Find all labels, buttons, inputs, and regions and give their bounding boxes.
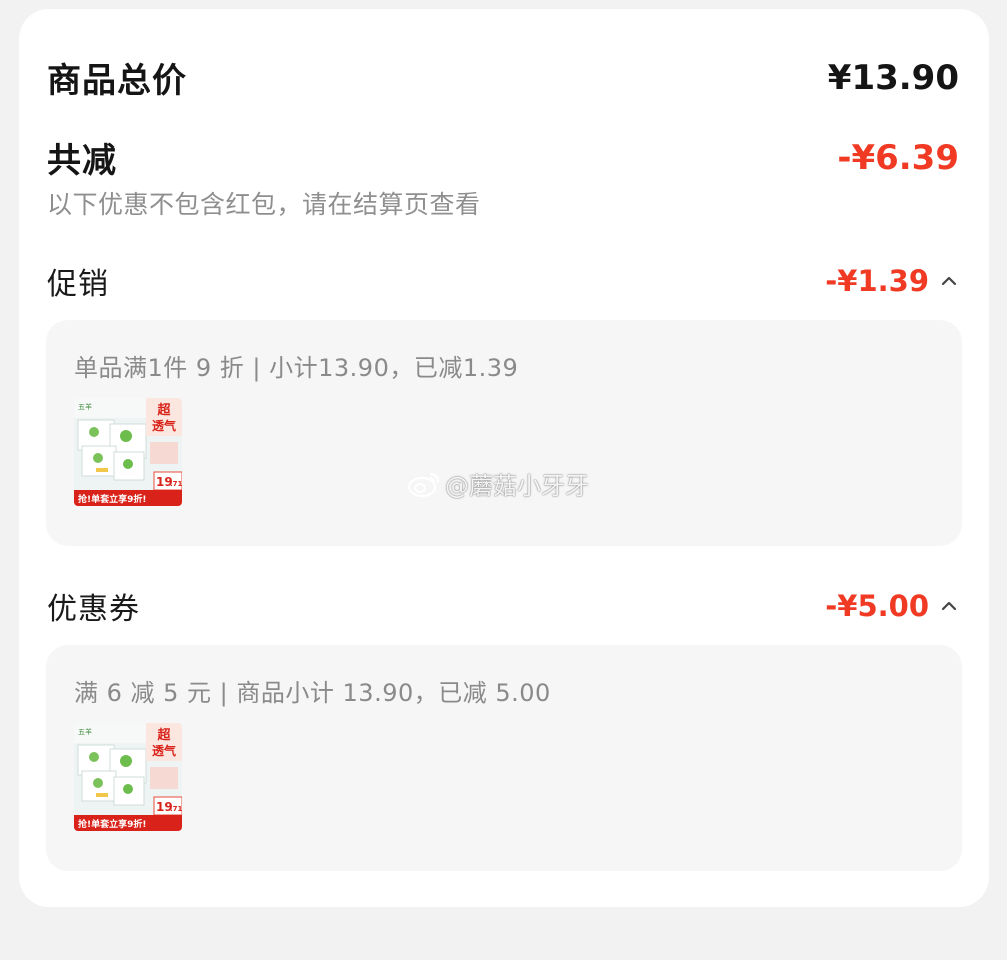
watermark-text: @蘑菇小牙牙	[445, 472, 589, 500]
product-banner: 抢!单套立享9折!	[78, 493, 146, 505]
promotion-amount-group: -¥1.39	[825, 264, 959, 298]
total-reduce-row: 共减 -¥6.39	[47, 133, 959, 182]
product-badge-line1: 超	[157, 727, 171, 743]
chevron-up-icon[interactable]	[939, 271, 959, 291]
product-brand: 五羊	[78, 727, 92, 736]
coupon-amount: -¥5.00	[825, 589, 929, 623]
promotion-desc: 单品满1件 9 折 | 小计13.90，已减1.39	[74, 354, 519, 382]
weibo-logo-icon	[407, 472, 440, 497]
product-badge-line2: 透气	[152, 743, 176, 758]
product-image: 超 透气 五羊 19 .71 抢!单套立享9折!	[74, 398, 182, 506]
discount-note: 以下优惠不包含红包，请在结算页查看	[47, 190, 481, 219]
product-badge-line1: 超	[157, 402, 171, 418]
watermark: @蘑菇小牙牙	[407, 466, 589, 501]
total-price-row: 商品总价 ¥13.90	[47, 53, 959, 102]
chevron-up-icon[interactable]	[939, 596, 959, 616]
product-brand: 五羊	[78, 402, 92, 411]
product-banner: 抢!单套立享9折!	[78, 818, 146, 830]
coupon-header[interactable]: 优惠券 -¥5.00	[47, 584, 959, 628]
total-reduce-label: 共减	[47, 141, 117, 181]
product-price-dec: .71	[170, 480, 182, 488]
coupon-desc: 满 6 减 5 元 | 商品小计 13.90，已减 5.00	[74, 679, 551, 707]
coupon-detail-box: 满 6 减 5 元 | 商品小计 13.90，已减 5.00 超 透气 五羊 1…	[46, 645, 962, 871]
coupon-amount-group: -¥5.00	[825, 589, 959, 623]
promotion-header[interactable]: 促销 -¥1.39	[47, 259, 959, 303]
total-price-label: 商品总价	[47, 61, 187, 101]
total-reduce-value: -¥6.39	[837, 137, 959, 178]
product-thumbnail[interactable]: 超 透气 五羊 19 .71 抢!单套立享9折!	[74, 723, 182, 831]
price-detail-card: 商品总价 ¥13.90 共减 -¥6.39 以下优惠不包含红包，请在结算页查看 …	[19, 9, 989, 907]
product-thumbnail[interactable]: 超 透气 五羊 19 .71 抢!单套立享9折!	[74, 398, 182, 506]
product-price-dec: .71	[170, 805, 182, 813]
product-image: 超 透气 五羊 19 .71 抢!单套立享9折!	[74, 723, 182, 831]
promotion-amount: -¥1.39	[825, 264, 929, 298]
coupon-title: 优惠券	[47, 592, 140, 627]
promotion-detail-box: 单品满1件 9 折 | 小计13.90，已减1.39 超 透气 五羊 19 .7…	[46, 320, 962, 546]
product-badge-line2: 透气	[152, 418, 176, 433]
total-price-value: ¥13.90	[827, 57, 959, 98]
promotion-title: 促销	[47, 267, 109, 302]
